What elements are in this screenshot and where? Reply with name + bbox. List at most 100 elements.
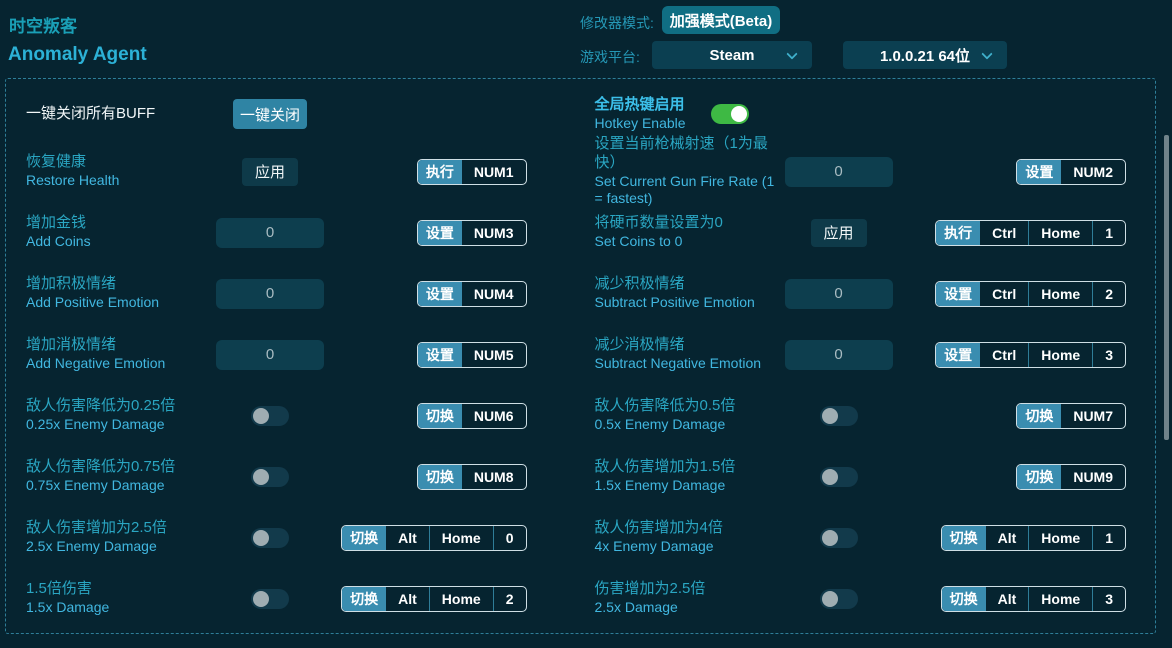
hotkey-widget[interactable]: 切换NUM9 [1016,464,1126,490]
control-slot [214,279,326,309]
hotkey-key: Home [1028,587,1092,611]
cheat-label-en: 1.5x Damage [26,599,214,617]
hotkey-widget[interactable]: 设置CtrlHome3 [935,342,1126,368]
cheat-label-en: Set Coins to 0 [595,233,783,251]
cheat-label: 设置当前枪械射速（1为最快）Set Current Gun Fire Rate … [595,135,783,208]
hotkey-key: Home [429,587,493,611]
hotkey-widget[interactable]: 切换NUM8 [417,464,527,490]
toggle-switch[interactable] [820,467,858,487]
top-row: 一键关闭所有BUFF 一键关闭 全局热键启用 Hotkey Enable [6,87,1155,141]
toggle-switch[interactable] [820,406,858,426]
hotkey-action-button[interactable]: 设置 [936,282,980,306]
control-slot [783,589,895,609]
toggle-switch[interactable] [251,589,289,609]
hotkey-action-button[interactable]: 设置 [418,343,462,367]
cheat-label-zh: 敌人伤害增加为1.5倍 [595,458,783,477]
value-input[interactable] [216,218,324,248]
cheat-label-zh: 敌人伤害降低为0.25倍 [26,397,214,416]
cheat-label: 伤害增加为2.5倍2.5x Damage [595,580,783,616]
control-slot [214,589,326,609]
toggle-knob [253,530,269,546]
hotkey-action-button[interactable]: 执行 [418,160,462,184]
hotkey-widget[interactable]: 切换AltHome0 [341,525,526,551]
close-all-buff-button[interactable]: 一键关闭 [233,99,307,129]
hotkey-widget[interactable]: 设置CtrlHome2 [935,281,1126,307]
toggle-switch[interactable] [251,406,289,426]
hotkey-action-button[interactable]: 切换 [418,465,462,489]
toggle-knob [822,591,838,607]
control-slot [783,340,895,370]
version-select[interactable]: 1.0.0.21 64位 [843,41,1007,69]
hotkey-action-button[interactable]: 执行 [936,221,980,245]
cheat-label: 1.5倍伤害1.5x Damage [26,580,214,616]
toggle-switch[interactable] [820,589,858,609]
cheat-row: 伤害增加为2.5倍2.5x Damage 切换AltHome3 [581,568,1156,629]
value-input[interactable] [785,279,893,309]
cheat-label: 增加金钱Add Coins [26,214,214,250]
hotkey-widget[interactable]: 设置NUM4 [417,281,527,307]
hotkey-widget[interactable]: 切换NUM7 [1016,403,1126,429]
trainer-window: 时空叛客 Anomaly Agent 修改器模式: 加强模式(Beta) 游戏平… [0,0,1172,648]
hotkey-action-button[interactable]: 切换 [1017,465,1061,489]
cheat-label: 敌人伤害降低为0.5倍0.5x Enemy Damage [595,397,783,433]
hotkey-action-button[interactable]: 设置 [936,343,980,367]
apply-button[interactable]: 应用 [811,219,867,247]
hotkey-key: NUM3 [462,221,526,245]
value-input[interactable] [785,157,893,187]
hotkey-widget[interactable]: 设置NUM5 [417,342,527,368]
value-input[interactable] [216,279,324,309]
hotkey-widget[interactable]: 切换AltHome2 [341,586,526,612]
hotkey-widget[interactable]: 执行NUM1 [417,159,527,185]
hotkey-action-button[interactable]: 设置 [418,282,462,306]
cheats-panel: 一键关闭所有BUFF 一键关闭 全局热键启用 Hotkey Enable 恢复健… [5,78,1156,634]
control-slot: 应用 [214,158,326,186]
cheat-label: 减少消极情绪Subtract Negative Emotion [595,336,783,372]
hotkey-key: Home [1028,343,1092,367]
hotkey-enable-label: 全局热键启用 Hotkey Enable [595,96,711,132]
hotkey-widget[interactable]: 切换NUM6 [417,403,527,429]
scrollbar[interactable] [1162,78,1172,648]
hotkey-widget[interactable]: 设置NUM2 [1016,159,1126,185]
hotkey-key: Alt [386,526,429,550]
control-slot: 一键关闭 [214,99,326,129]
hotkey-key: Ctrl [980,343,1028,367]
hotkey-widget[interactable]: 设置NUM3 [417,220,527,246]
hotkey-widget[interactable]: 执行CtrlHome1 [935,220,1126,246]
control-slot [783,279,895,309]
hotkey-action-button[interactable]: 切换 [942,526,986,550]
hotkey-action-button[interactable]: 切换 [342,587,386,611]
cheat-label-zh: 设置当前枪械射速（1为最快） [595,135,783,173]
hotkey-enable-label-zh: 全局热键启用 [595,96,711,115]
cheat-label-en: 2.5x Enemy Damage [26,538,214,556]
platform-label: 游戏平台: [580,47,640,67]
hotkey-widget[interactable]: 切换AltHome3 [941,586,1126,612]
hotkey-widget[interactable]: 切换AltHome1 [941,525,1126,551]
cheat-label: 将硬币数量设置为0Set Coins to 0 [595,214,783,250]
hotkey-action-button[interactable]: 切换 [1017,404,1061,428]
cheat-label-zh: 敌人伤害降低为0.75倍 [26,458,214,477]
value-input[interactable] [785,340,893,370]
toggle-switch[interactable] [251,528,289,548]
close-all-buff-row: 一键关闭所有BUFF 一键关闭 [6,87,581,141]
cheat-label: 敌人伤害增加为1.5倍1.5x Enemy Damage [595,458,783,494]
hotkey-action-button[interactable]: 设置 [1017,160,1061,184]
toggle-knob [731,106,747,122]
platform-select[interactable]: Steam [652,41,812,69]
hotkey-enable-toggle[interactable] [711,104,749,124]
hotkey-key: Home [429,526,493,550]
value-input[interactable] [216,340,324,370]
cheat-label-en: 2.5x Damage [595,599,783,617]
hotkey-action-button[interactable]: 切换 [342,526,386,550]
apply-button[interactable]: 应用 [242,158,298,186]
cheat-label-en: Add Negative Emotion [26,355,214,373]
control-slot [783,157,895,187]
mode-button[interactable]: 加强模式(Beta) [662,6,780,34]
toggle-switch[interactable] [820,528,858,548]
cheat-label-zh: 减少积极情绪 [595,275,783,294]
hotkey-action-button[interactable]: 设置 [418,221,462,245]
hotkey-action-button[interactable]: 切换 [418,404,462,428]
hotkey-action-button[interactable]: 切换 [942,587,986,611]
hotkey-enable-row: 全局热键启用 Hotkey Enable [581,87,1156,141]
toggle-switch[interactable] [251,467,289,487]
scrollbar-thumb[interactable] [1164,135,1169,440]
